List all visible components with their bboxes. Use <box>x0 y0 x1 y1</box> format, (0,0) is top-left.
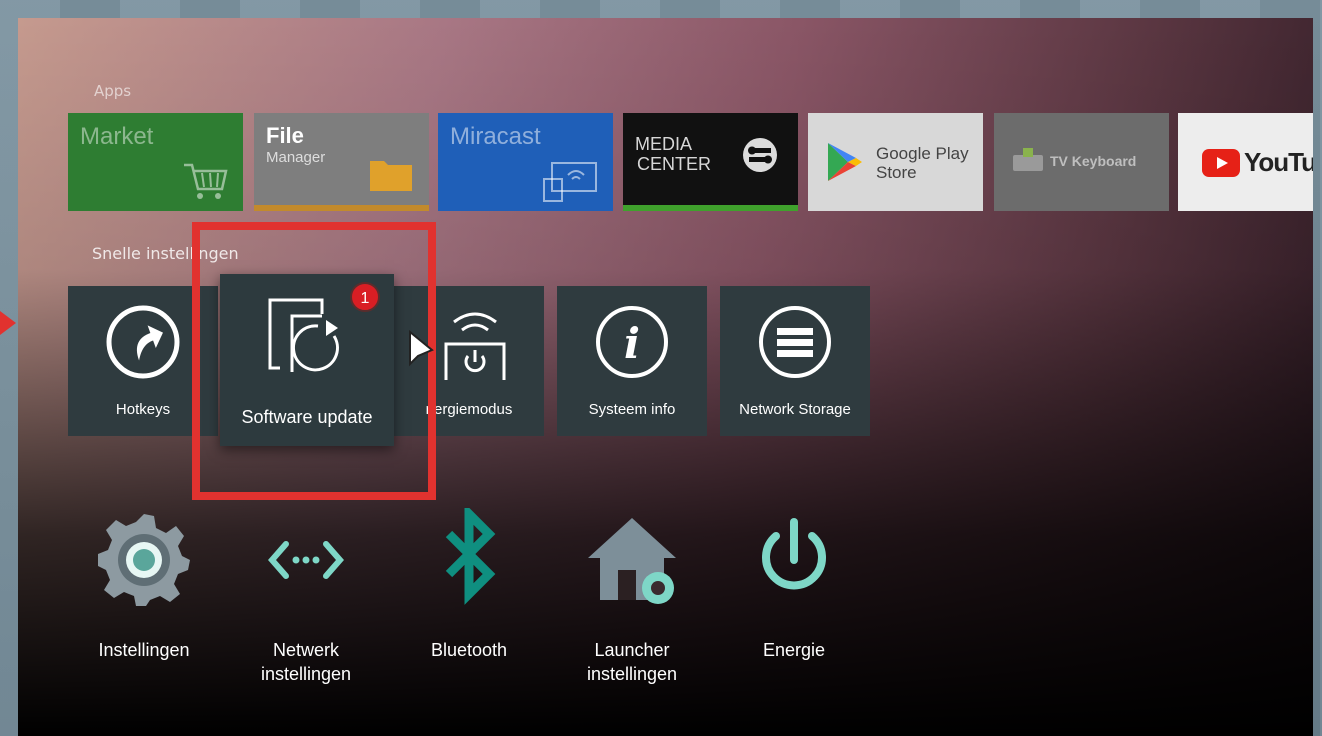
highlight-annotation-box <box>192 222 436 500</box>
gear-icon <box>98 514 190 606</box>
app-subtitle: Manager <box>266 149 326 166</box>
setting-label: Energie <box>762 640 826 660</box>
app-tile-market[interactable]: Market <box>68 113 243 211</box>
app-subtitle: CENTER <box>637 154 712 174</box>
storage-list-icon <box>759 306 831 378</box>
quick-tile-label: Network Storage <box>739 401 851 418</box>
setting-label: Launcher instellingen <box>586 640 678 684</box>
app-subtitle: Store <box>876 163 917 182</box>
app-tile-youtube[interactable]: YouTub <box>1178 113 1313 211</box>
folder-icon <box>370 161 412 191</box>
cart-icon <box>184 163 228 199</box>
app-title: TV Keyboard <box>1050 153 1137 169</box>
info-icon: i <box>596 306 668 378</box>
media-center-logo-icon <box>743 138 777 172</box>
app-title: YouTub <box>1244 147 1313 177</box>
app-tile-tv-keyboard[interactable]: TV Keyboard <box>994 113 1169 211</box>
power-icon <box>762 518 826 590</box>
app-tile-file-manager[interactable]: File Manager <box>254 113 429 211</box>
app-title: Google Play <box>876 144 969 163</box>
keyboard-icon <box>1013 148 1043 171</box>
app-tile-google-play[interactable]: Google Play Store <box>808 113 983 211</box>
google-play-icon <box>828 143 862 181</box>
power-wifi-icon <box>444 312 506 380</box>
app-title: Miracast <box>450 123 541 150</box>
bluetooth-icon <box>445 508 496 605</box>
shortcut-arrow-icon <box>106 305 180 379</box>
quick-tile-systeem-info[interactable]: i Systeem info <box>557 286 707 436</box>
quick-tile-network-storage[interactable]: Network Storage <box>720 286 870 436</box>
setting-label: Instellingen <box>98 640 190 660</box>
svg-text:i: i <box>624 319 640 368</box>
cast-screen-icon <box>543 162 597 202</box>
app-tile-media-center[interactable]: MEDIA CENTER <box>623 113 798 211</box>
app-title: File <box>266 123 304 148</box>
home-gear-icon <box>588 518 676 604</box>
network-code-icon <box>268 541 344 579</box>
app-title: Market <box>80 123 154 150</box>
apps-section-label: Apps <box>94 82 132 100</box>
mouse-cursor-icon <box>409 330 434 367</box>
youtube-play-icon <box>1202 149 1240 177</box>
annotation-arrow-icon <box>0 311 16 335</box>
app-title: MEDIA <box>635 134 693 154</box>
tv-screen: Apps Market File Manager Miracast MEDIA … <box>18 18 1313 736</box>
quick-tile-label: Systeem info <box>588 401 676 418</box>
setting-label: Bluetooth <box>430 640 508 660</box>
setting-label: Netwerk instellingen <box>260 640 352 684</box>
app-tile-miracast[interactable]: Miracast <box>438 113 613 211</box>
